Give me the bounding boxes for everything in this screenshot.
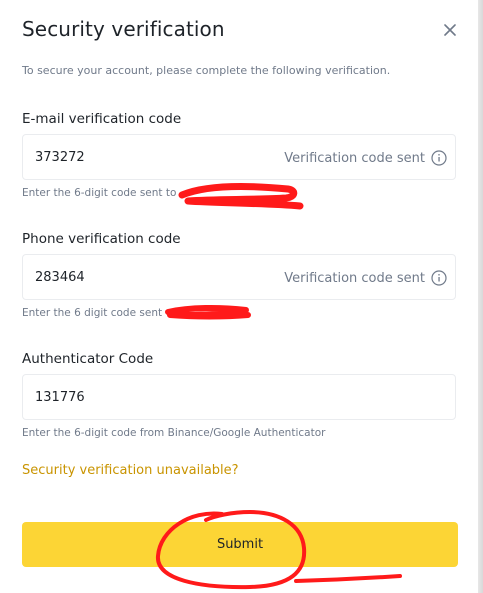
security-verification-dialog: Security verification To secure your acc…	[0, 0, 483, 593]
phone-code-field: Verification code sent	[22, 254, 456, 300]
phone-code-status: Verification code sent	[284, 268, 447, 288]
phone-code-help: Enter the 6 digit code sent	[22, 307, 163, 319]
email-code-field: Verification code sent	[22, 134, 456, 180]
authenticator-code-help: Enter the 6-digit code from Binance/Goog…	[22, 427, 326, 439]
dialog-subtitle: To secure your account, please complete …	[22, 64, 391, 77]
email-code-status: Verification code sent	[284, 148, 447, 168]
authenticator-code-label: Authenticator Code	[22, 351, 154, 367]
info-icon[interactable]	[431, 270, 447, 286]
submit-button[interactable]: Submit	[22, 522, 458, 567]
redaction-scribble	[165, 304, 251, 320]
redaction-scribble	[178, 183, 304, 210]
close-icon	[444, 24, 456, 36]
dialog-edge	[478, 0, 483, 593]
close-button[interactable]	[440, 20, 460, 40]
authenticator-code-input[interactable]	[35, 387, 235, 407]
dialog-title: Security verification	[22, 17, 225, 41]
email-code-label: E-mail verification code	[22, 111, 182, 127]
security-verification-unavailable-link[interactable]: Security verification unavailable?	[22, 463, 239, 478]
phone-code-label: Phone verification code	[22, 231, 181, 247]
phone-code-input[interactable]	[35, 267, 235, 287]
email-code-input[interactable]	[35, 147, 235, 167]
email-code-status-text: Verification code sent	[284, 150, 425, 166]
authenticator-code-field	[22, 374, 456, 420]
email-code-help: Enter the 6-digit code sent to	[22, 187, 177, 199]
info-icon[interactable]	[431, 150, 447, 166]
phone-code-status-text: Verification code sent	[284, 270, 425, 286]
